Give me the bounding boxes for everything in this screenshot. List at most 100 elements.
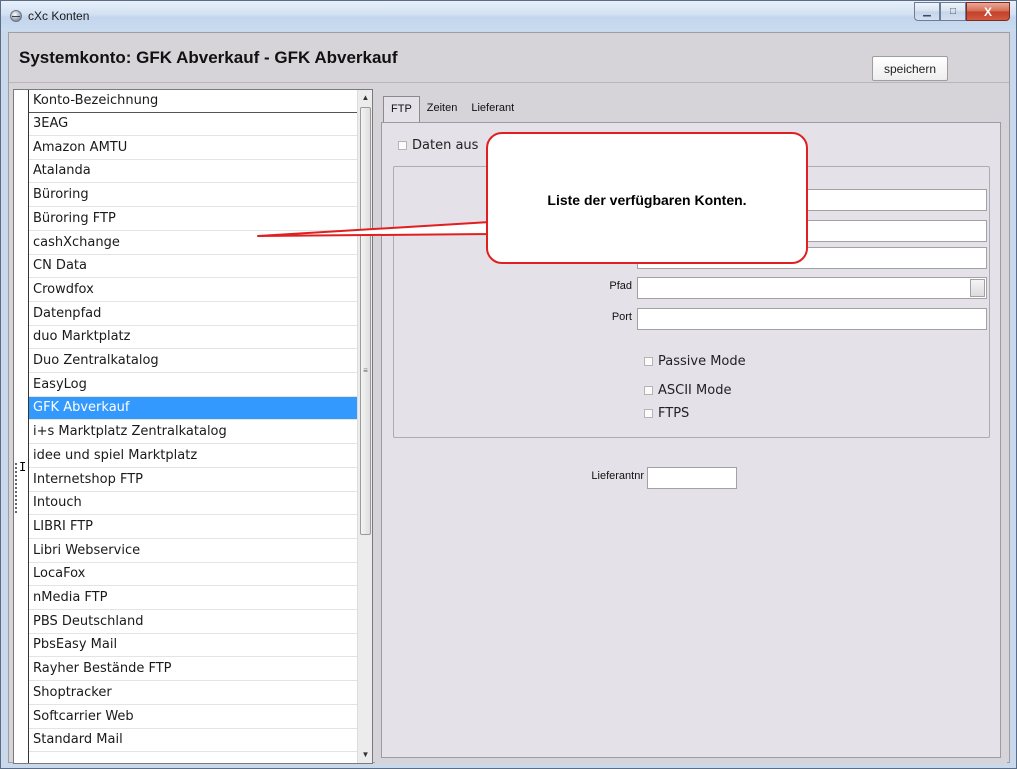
- list-item-label: Shoptracker: [33, 684, 112, 700]
- list-item-label: i+s Marktplatz Zentralkatalog: [33, 424, 227, 440]
- scroll-thumb[interactable]: ≡: [360, 107, 371, 535]
- list-item[interactable]: Libri Webservice: [29, 540, 357, 563]
- daten-checkbox[interactable]: [398, 141, 407, 150]
- passwort-field[interactable]: [637, 247, 987, 269]
- tab-lieferant[interactable]: Lieferant: [464, 96, 521, 120]
- ftp-settings-group: Passwort Pfad Port Passive Mode ASCII Mo…: [393, 166, 990, 438]
- header-bar: Systemkonto: GFK Abverkauf - GFK Abverka…: [9, 33, 1009, 83]
- minimize-button[interactable]: ▁: [914, 2, 940, 21]
- column-header[interactable]: Konto-Bezeichnung: [29, 90, 357, 113]
- grip-icon: ≡: [363, 366, 368, 375]
- list-item-label: GFK Abverkauf: [33, 400, 130, 416]
- pfad-label: Pfad: [609, 280, 632, 292]
- list-item[interactable]: i+s Marktplatz Zentralkatalog: [29, 421, 357, 445]
- list-item[interactable]: LocaFox: [29, 563, 357, 587]
- list-item[interactable]: idee und spiel Marktplatz: [29, 445, 357, 468]
- list-item[interactable]: Standard Mail: [29, 729, 357, 753]
- list-item-label: EasyLog: [33, 376, 87, 392]
- lieferantnr-label: Lieferantnr: [591, 470, 644, 482]
- ftps-label: FTPS: [658, 406, 690, 421]
- list-item[interactable]: Rayher Bestände FTP: [29, 658, 357, 682]
- pfad-browse-button[interactable]: [970, 279, 985, 297]
- tab-bar: FTP Zeiten Lieferant: [383, 96, 521, 122]
- passive-mode-checkbox[interactable]: [644, 357, 653, 366]
- list-item-label: Duo Zentralkatalog: [33, 353, 159, 368]
- list-item-label: Libri Webservice: [33, 542, 141, 558]
- list-item-label: LIBRI FTP: [33, 518, 94, 534]
- list-item[interactable]: Shoptracker: [29, 682, 357, 705]
- list-item[interactable]: EasyLog: [29, 374, 357, 397]
- list-item[interactable]: Amazon AMTU: [29, 137, 357, 160]
- list-item[interactable]: Büroring FTP: [29, 208, 357, 231]
- list-item-label: Internetshop FTP: [33, 471, 143, 487]
- list-item[interactable]: Atalanda: [29, 160, 357, 184]
- list-item[interactable]: GFK Abverkauf: [29, 397, 357, 421]
- close-button[interactable]: X: [966, 2, 1010, 21]
- list-item[interactable]: Datenpfad: [29, 303, 357, 326]
- passive-mode-label: Passive Mode: [658, 354, 746, 369]
- port-field[interactable]: [637, 308, 987, 330]
- ftps-checkbox[interactable]: [644, 409, 653, 418]
- column-header-label: Konto-Bezeichnung: [33, 93, 159, 108]
- user-field[interactable]: [637, 220, 987, 242]
- lieferantnr-field[interactable]: [647, 467, 737, 489]
- ascii-mode-label: ASCII Mode: [658, 383, 732, 398]
- account-list-body: Konto-Bezeichnung 3EAG Amazon AMTU Ataland…: [14, 90, 357, 763]
- list-item[interactable]: PBS Deutschland: [29, 611, 357, 634]
- list-item-label: Amazon AMTU: [33, 139, 128, 155]
- scroll-up-icon[interactable]: ▲: [358, 90, 373, 106]
- list-item[interactable]: Crowdfox: [29, 279, 357, 302]
- list-item-label: Datenpfad: [33, 305, 102, 321]
- list-item-label: nMedia FTP: [33, 590, 108, 605]
- pfad-field[interactable]: [637, 277, 987, 299]
- list-item[interactable]: cashXchange: [29, 232, 357, 255]
- list-item[interactable]: duo Marktplatz: [29, 326, 357, 350]
- list-item[interactable]: Intouch: [29, 492, 357, 516]
- window-controls: ▁ □ X: [914, 2, 1010, 21]
- title-bar[interactable]: cXc Konten ▁ □ X: [1, 1, 1016, 31]
- list-item-label: Atalanda: [33, 163, 91, 179]
- list-item-label: Büroring FTP: [33, 210, 116, 226]
- daten-checkbox-row[interactable]: Daten aus: [398, 138, 478, 153]
- port-label: Port: [611, 311, 632, 323]
- list-item[interactable]: 3EAG: [29, 113, 357, 136]
- list-item[interactable]: Softcarrier Web: [29, 706, 357, 729]
- list-item[interactable]: Büroring: [29, 184, 357, 208]
- maximize-icon: □: [949, 6, 957, 17]
- list-item-label: Crowdfox: [33, 281, 94, 297]
- tab-ftp[interactable]: FTP: [383, 96, 420, 122]
- list-item-label: 3EAG: [33, 116, 69, 131]
- client-area: Systemkonto: GFK Abverkauf - GFK Abverka…: [8, 32, 1010, 764]
- list-scrollbar[interactable]: ▲ ≡ ▼: [357, 90, 372, 763]
- host-field[interactable]: [637, 189, 987, 211]
- list-item[interactable]: CN Data: [29, 255, 357, 279]
- ascii-mode-row[interactable]: ASCII Mode: [644, 383, 731, 398]
- ascii-mode-checkbox[interactable]: [644, 386, 653, 395]
- list-item[interactable]: Internetshop FTP: [29, 469, 357, 492]
- ftps-row[interactable]: FTPS: [644, 406, 689, 421]
- window-title: cXc Konten: [28, 9, 90, 23]
- list-item[interactable]: Duo Zentralkatalog: [29, 350, 357, 373]
- app-icon: [10, 10, 22, 22]
- scroll-down-icon[interactable]: ▼: [358, 747, 373, 763]
- daten-checkbox-label: Daten aus: [412, 138, 479, 153]
- list-item-label: PbsEasy Mail: [33, 637, 118, 653]
- passive-mode-row[interactable]: Passive Mode: [644, 354, 746, 369]
- minimize-icon: ▁: [923, 6, 931, 17]
- list-item-label: cashXchange: [33, 234, 120, 250]
- save-button[interactable]: speichern: [872, 56, 948, 81]
- close-icon: X: [983, 4, 992, 19]
- list-item[interactable]: nMedia FTP: [29, 587, 357, 610]
- list-item-label: idee und spiel Marktplatz: [33, 447, 198, 463]
- list-item-label: PBS Deutschland: [33, 613, 144, 629]
- list-item[interactable]: PbsEasy Mail: [29, 634, 357, 658]
- list-item[interactable]: LIBRI FTP: [29, 516, 357, 539]
- tab-zeiten[interactable]: Zeiten: [420, 96, 465, 120]
- app-window: cXc Konten ▁ □ X Systemkonto: GFK Abverk…: [0, 0, 1017, 769]
- row-selector-gutter: [14, 90, 29, 763]
- list-item-label: duo Marktplatz: [33, 329, 131, 345]
- maximize-button[interactable]: □: [940, 2, 966, 21]
- list-item-label: LocaFox: [33, 566, 86, 582]
- row-drag-handle[interactable]: [14, 462, 18, 514]
- list-item-label: Intouch: [33, 495, 82, 511]
